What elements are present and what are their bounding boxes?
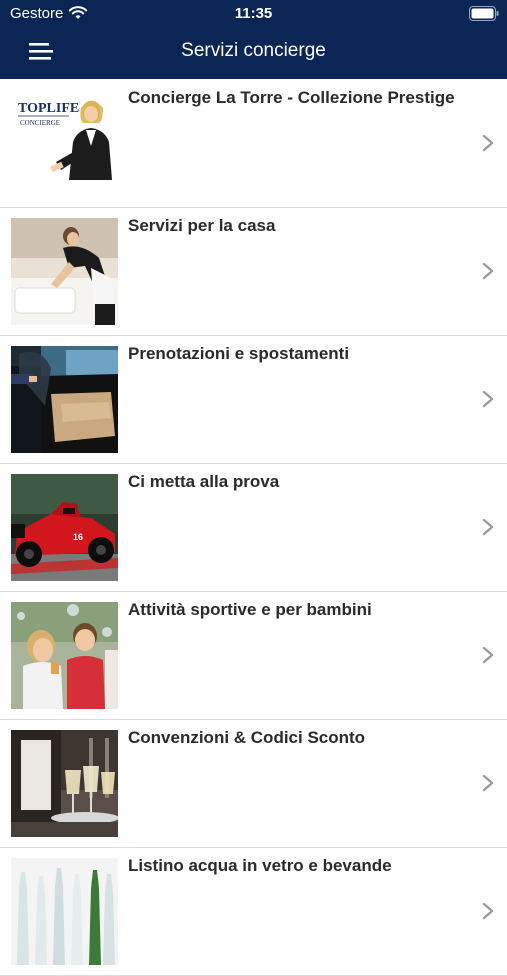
list-item-title: Listino acqua in vetro e bevande	[128, 856, 392, 875]
chevron-right-icon	[482, 262, 494, 280]
list-item-attivita-sportive[interactable]: Attività sportive e per bambini	[0, 592, 507, 720]
list-item-title: Ci metta alla prova	[128, 472, 280, 491]
chevron-right-icon	[482, 646, 494, 664]
bottles-thumbnail	[11, 858, 118, 965]
list-item-title: Concierge La Torre - Collezione Prestige	[128, 88, 455, 107]
car-door-thumbnail	[11, 346, 118, 453]
svg-text:16: 16	[73, 532, 83, 542]
race-car-thumbnail: 16	[11, 474, 118, 581]
list-item-title: Attività sportive e per bambini	[128, 600, 372, 619]
status-bar: Gestore 11:35	[0, 0, 507, 28]
kids-bubbles-thumbnail	[11, 602, 118, 709]
service-list: TOPLIFE CONCIERGE Concierge La Torre - C…	[0, 80, 507, 976]
list-item-title: Prenotazioni e spostamenti	[128, 344, 350, 363]
list-item-title: Convenzioni & Codici Sconto	[128, 728, 366, 747]
page-title: Servizi concierge	[181, 40, 326, 61]
navigation-bar: Servizi concierge	[0, 28, 507, 79]
chevron-right-icon	[482, 518, 494, 536]
chevron-right-icon	[482, 390, 494, 408]
wine-tray-thumbnail	[11, 730, 118, 837]
clock: 11:35	[234, 5, 273, 22]
housekeeping-thumbnail	[11, 218, 118, 325]
chevron-right-icon	[482, 134, 494, 152]
logo-text-line2: CONCIERGE	[20, 119, 60, 127]
top-bar: Gestore 11:35 Servizi concierge	[0, 0, 507, 79]
concierge-thumbnail: TOPLIFE CONCIERGE	[11, 90, 118, 197]
list-item-title: Servizi per la casa	[128, 216, 276, 235]
chevron-right-icon	[482, 774, 494, 792]
list-item-servizi-casa[interactable]: Servizi per la casa	[0, 208, 507, 336]
chevron-right-icon	[482, 902, 494, 920]
list-item-listino-acqua[interactable]: Listino acqua in vetro e bevande	[0, 848, 507, 976]
list-item-convenzioni[interactable]: Convenzioni & Codici Sconto	[0, 720, 507, 848]
list-item-concierge-la-torre[interactable]: TOPLIFE CONCIERGE Concierge La Torre - C…	[0, 80, 507, 208]
battery-icon	[469, 6, 499, 21]
list-item-prenotazioni[interactable]: Prenotazioni e spostamenti	[0, 336, 507, 464]
logo-text-line1: TOPLIFE	[18, 101, 79, 116]
list-item-ci-metta-alla-prova[interactable]: 16 Ci metta alla prova	[0, 464, 507, 592]
